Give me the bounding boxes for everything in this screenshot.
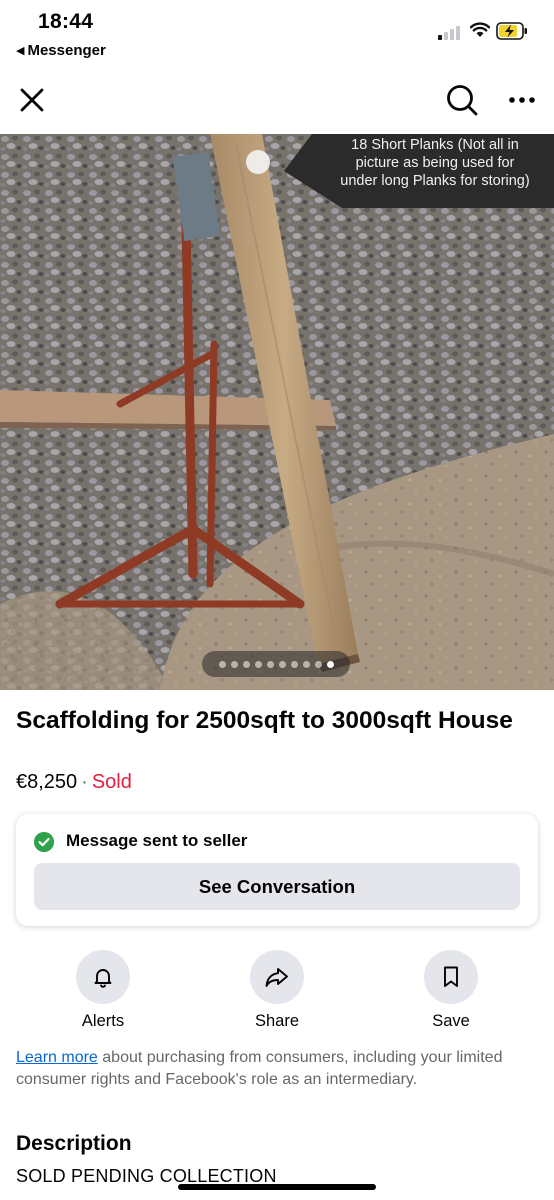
close-icon[interactable]	[16, 84, 48, 116]
save-icon-circle	[424, 950, 478, 1004]
alerts-button[interactable]: Alerts	[63, 950, 143, 1031]
status-time: 18:44	[38, 10, 94, 33]
wifi-icon	[470, 22, 490, 37]
share-label: Share	[254, 1012, 300, 1030]
learn-more-link[interactable]: Learn more	[16, 1049, 98, 1066]
consumer-rights-disclaimer: Learn more about purchasing from consume…	[16, 1047, 544, 1091]
pagination-dot	[230, 660, 238, 668]
pagination-dot	[290, 660, 298, 668]
search-icon[interactable]	[444, 82, 480, 118]
alerts-label: Alerts	[81, 1012, 125, 1030]
pagination-dot	[242, 660, 250, 668]
pagination-dot	[278, 660, 286, 668]
pagination-dot	[218, 660, 226, 668]
back-to-app-link[interactable]: ◀ Messenger	[16, 42, 106, 59]
message-sent-text: Message sent to seller	[66, 831, 248, 850]
bell-icon	[94, 969, 112, 988]
status-badge: Sold	[91, 771, 132, 793]
listing-price: €8,250	[16, 771, 78, 793]
back-arrow-icon: ◀	[16, 45, 25, 57]
pagination-dot	[266, 660, 274, 668]
back-app-label: Messenger	[27, 42, 106, 59]
bookmark-icon	[444, 966, 458, 987]
share-icon	[265, 968, 288, 987]
checkmark-icon	[34, 832, 54, 852]
cellular-signal-icon	[438, 26, 460, 40]
share-icon-circle	[250, 950, 304, 1004]
save-button[interactable]: Save	[411, 950, 491, 1031]
pagination-dot	[326, 660, 334, 668]
caption-line: picture as being used for	[355, 155, 515, 171]
photo-pagination-dots[interactable]	[202, 651, 350, 677]
description-heading: Description	[16, 1132, 132, 1155]
caption-line: 18 Short Planks (Not all in	[351, 137, 519, 153]
pagination-dot	[314, 660, 322, 668]
listing-photo[interactable]	[0, 134, 554, 690]
status-bar: 18:44 ◀ Messenger	[0, 0, 554, 70]
listing-title: Scaffolding for 2500sqft to 3000sqft Hou…	[16, 707, 513, 734]
pagination-dot	[254, 660, 262, 668]
message-card: Message sent to seller See Conversation	[16, 814, 538, 926]
price-line: €8,250 · Sold	[16, 771, 132, 794]
price-separator: ·	[81, 771, 88, 793]
share-button[interactable]: Share	[237, 950, 317, 1031]
save-label: Save	[432, 1012, 470, 1030]
photo-caption: 18 Short Planks (Not all in picture as b…	[316, 136, 554, 190]
pagination-dot	[302, 660, 310, 668]
caption-line: under long Planks for storing)	[340, 173, 530, 189]
alerts-icon-circle	[76, 950, 130, 1004]
battery-charging-icon	[496, 22, 527, 40]
home-indicator[interactable]	[178, 1184, 376, 1190]
more-icon[interactable]	[504, 84, 540, 116]
see-conversation-button[interactable]: See Conversation	[34, 863, 520, 910]
